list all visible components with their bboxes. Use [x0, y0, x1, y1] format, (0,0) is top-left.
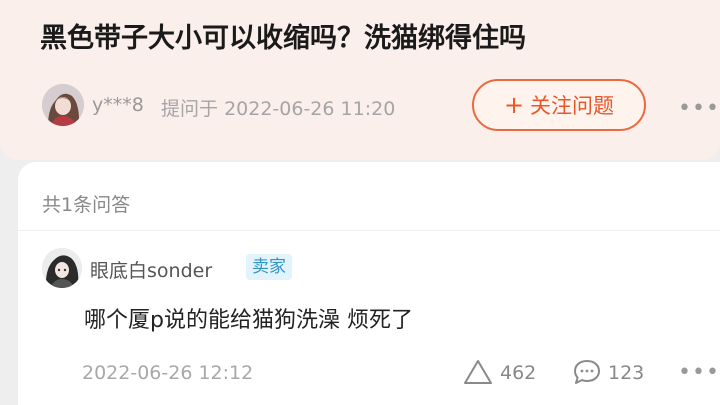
- asker-name[interactable]: y***8: [92, 94, 144, 116]
- like-count: 462: [500, 362, 537, 384]
- comment-count: 123: [608, 362, 645, 384]
- answerer-name[interactable]: 眼底白sonder: [90, 256, 212, 283]
- more-options-icon[interactable]: •••: [678, 96, 720, 121]
- thumb-up-triangle-icon[interactable]: [462, 358, 494, 390]
- asked-time: 提问于 2022-06-26 11:20: [161, 94, 395, 121]
- plus-icon: +: [503, 91, 525, 119]
- seller-badge: 卖家: [246, 254, 292, 280]
- answer-count-label: 共1条问答: [42, 194, 131, 216]
- asker-avatar[interactable]: [42, 84, 84, 126]
- question-title: 黑色带子大小可以收缩吗？洗猫绑得住吗: [40, 23, 526, 54]
- answer-more-options-icon[interactable]: •••: [678, 360, 720, 385]
- follow-question-label: 关注问题: [530, 94, 615, 118]
- divider: [18, 230, 720, 231]
- comment-bubble-icon[interactable]: [572, 358, 602, 390]
- answer-text: 哪个厦p说的能给猫狗洗澡 烦死了: [84, 308, 413, 333]
- avatar-illustration: [42, 84, 84, 126]
- asked-timestamp: 2022-06-26 11:20: [224, 98, 396, 120]
- asked-label: 提问于: [161, 98, 219, 120]
- answer-date: 2022-06-26 12:12: [82, 362, 254, 384]
- answerer-avatar[interactable]: [42, 248, 82, 288]
- question-card: 黑色带子大小可以收缩吗？洗猫绑得住吗 y***8 提问于 2022-06-26 …: [0, 0, 720, 160]
- avatar-illustration: [42, 248, 82, 288]
- follow-question-button[interactable]: + 关注问题: [472, 79, 646, 131]
- answers-card: 共1条问答 眼底白sonder 卖家 哪个厦p说的能给猫狗洗澡 烦死了 2022…: [18, 162, 720, 405]
